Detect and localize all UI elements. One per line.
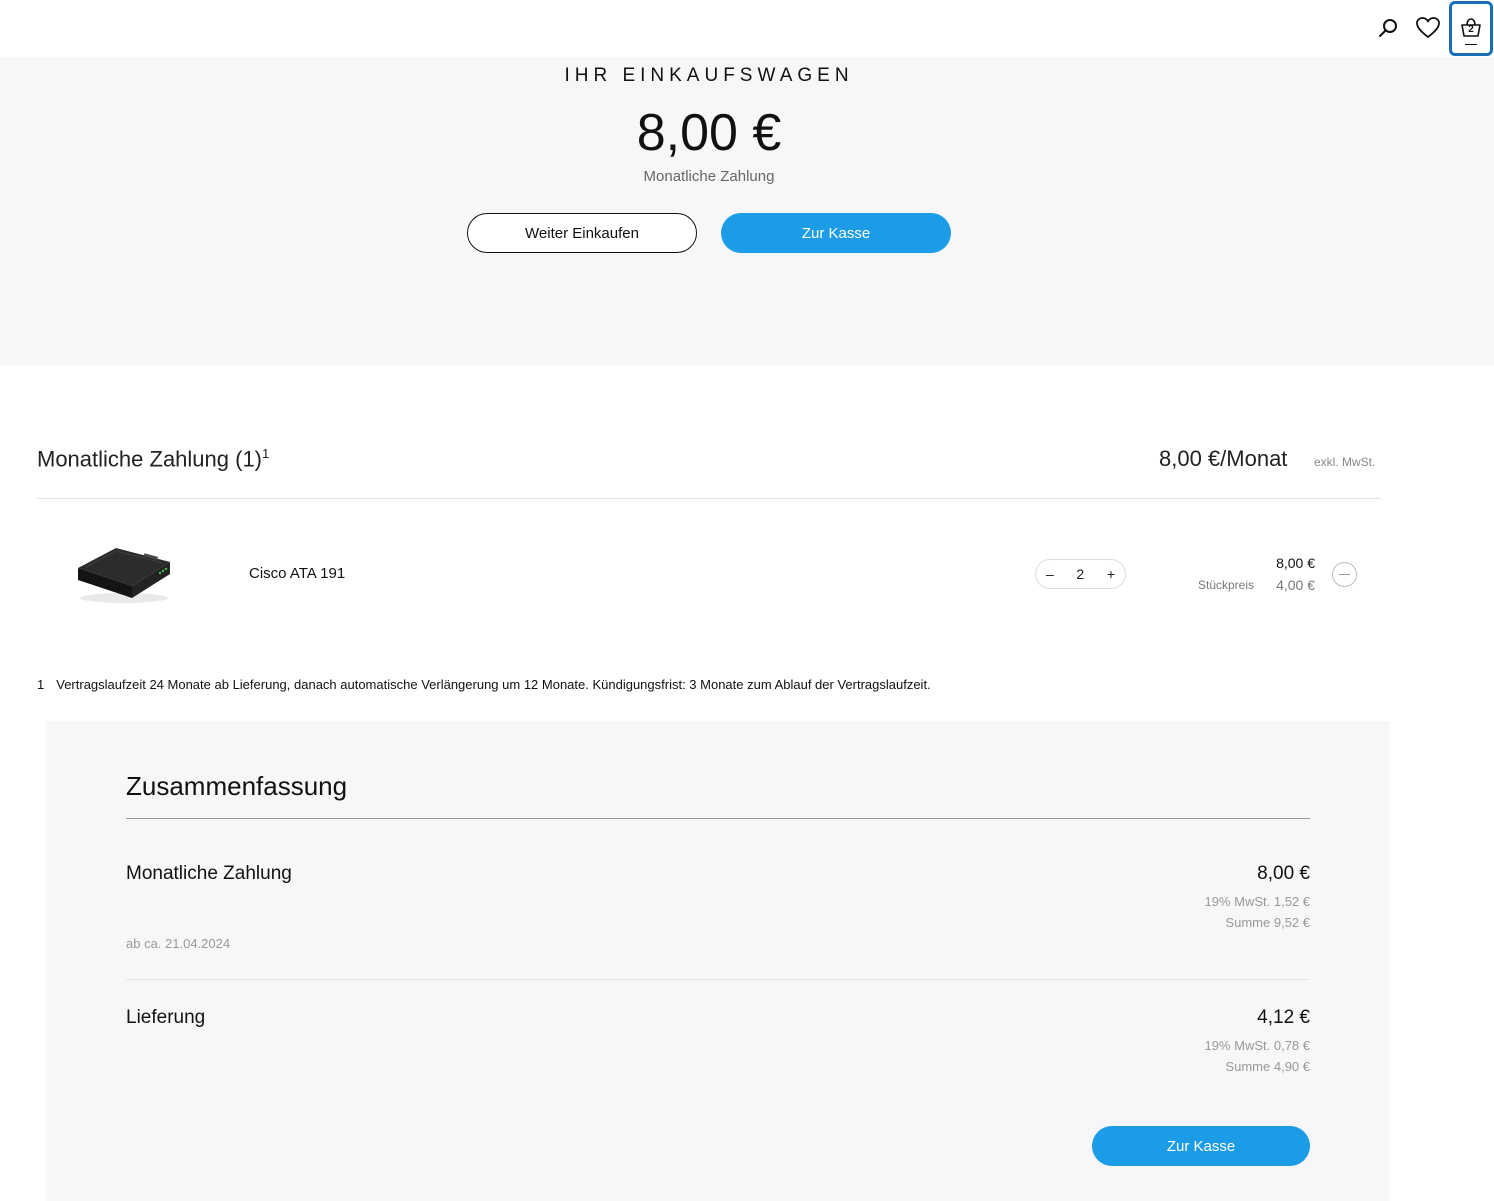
- summary-title: Zusammenfassung: [126, 771, 348, 801]
- cart-total-amount: 8,00 €: [636, 104, 782, 162]
- summary-monthly-sum: Summe 9,52 €: [1225, 915, 1310, 930]
- item-total-price: 8,00 €: [1276, 555, 1315, 571]
- search-icon: [1379, 19, 1397, 37]
- product-name[interactable]: Cisco ATA 191: [249, 565, 345, 582]
- wishlist-button[interactable]: [1413, 14, 1443, 42]
- top-bar: 2: [0, 0, 1494, 57]
- summary-delivery-label: Lieferung: [126, 1007, 206, 1028]
- monthly-section-price: 8,00 €/Monat: [1159, 446, 1288, 471]
- footnote-ref: 1: [262, 446, 270, 461]
- summary-delivery-vat: 19% MwSt. 0,78 €: [1204, 1038, 1311, 1053]
- checkout-button-bottom[interactable]: Zur Kasse: [1092, 1126, 1310, 1166]
- decrease-quantity-button[interactable]: –: [1046, 566, 1054, 582]
- search-button[interactable]: [1374, 14, 1402, 42]
- summary-delivery-sum: Summe 4,90 €: [1225, 1059, 1310, 1074]
- section-divider: [37, 498, 1381, 499]
- footnote-text: Vertragslaufzeit 24 Monate ab Lieferung,…: [56, 677, 931, 692]
- contract-footnote: 1 Vertragslaufzeit 24 Monate ab Lieferung…: [37, 677, 931, 692]
- footnote-number: 1: [37, 677, 45, 692]
- summary-row-divider: [126, 979, 1310, 980]
- heart-icon: [1416, 17, 1440, 38]
- cart-hero: IHR EINKAUFSWAGEN 8,00 € Monatliche Zahl…: [0, 57, 1494, 365]
- cart-button[interactable]: 2: [1449, 1, 1493, 56]
- page-title: IHR EINKAUFSWAGEN: [564, 65, 854, 86]
- continue-shopping-button[interactable]: Weiter Einkaufen: [467, 213, 697, 253]
- order-summary: Zusammenfassung Monatliche Zahlung 8,00 …: [46, 721, 1390, 1201]
- cart-count-badge: 2: [1468, 24, 1474, 35]
- router-device-icon: [78, 548, 170, 603]
- summary-monthly-vat: 19% MwSt. 1,52 €: [1204, 894, 1311, 909]
- monthly-section-title: Monatliche Zahlung (1)1: [37, 446, 270, 472]
- unit-price: 4,00 €: [1276, 577, 1315, 593]
- checkout-button-top[interactable]: Zur Kasse: [721, 213, 951, 253]
- cart-underline: [1465, 44, 1477, 45]
- remove-item-button[interactable]: [1332, 562, 1357, 587]
- increase-quantity-button[interactable]: +: [1107, 566, 1115, 582]
- summary-monthly-label: Monatliche Zahlung: [126, 863, 292, 884]
- quantity-stepper: – 2 +: [1035, 559, 1126, 589]
- quantity-value[interactable]: 2: [1076, 566, 1084, 582]
- monthly-vat-note: exkl. MwSt.: [1314, 455, 1376, 469]
- summary-start-date: ab ca. 21.04.2024: [126, 936, 231, 951]
- product-image: [72, 540, 176, 606]
- cart-total-label: Monatliche Zahlung: [643, 168, 775, 185]
- summary-monthly-price: 8,00 €: [1257, 863, 1310, 884]
- summary-divider: [126, 818, 1310, 819]
- summary-delivery-price: 4,12 €: [1257, 1007, 1310, 1028]
- unit-price-label: Stückpreis: [1198, 578, 1255, 592]
